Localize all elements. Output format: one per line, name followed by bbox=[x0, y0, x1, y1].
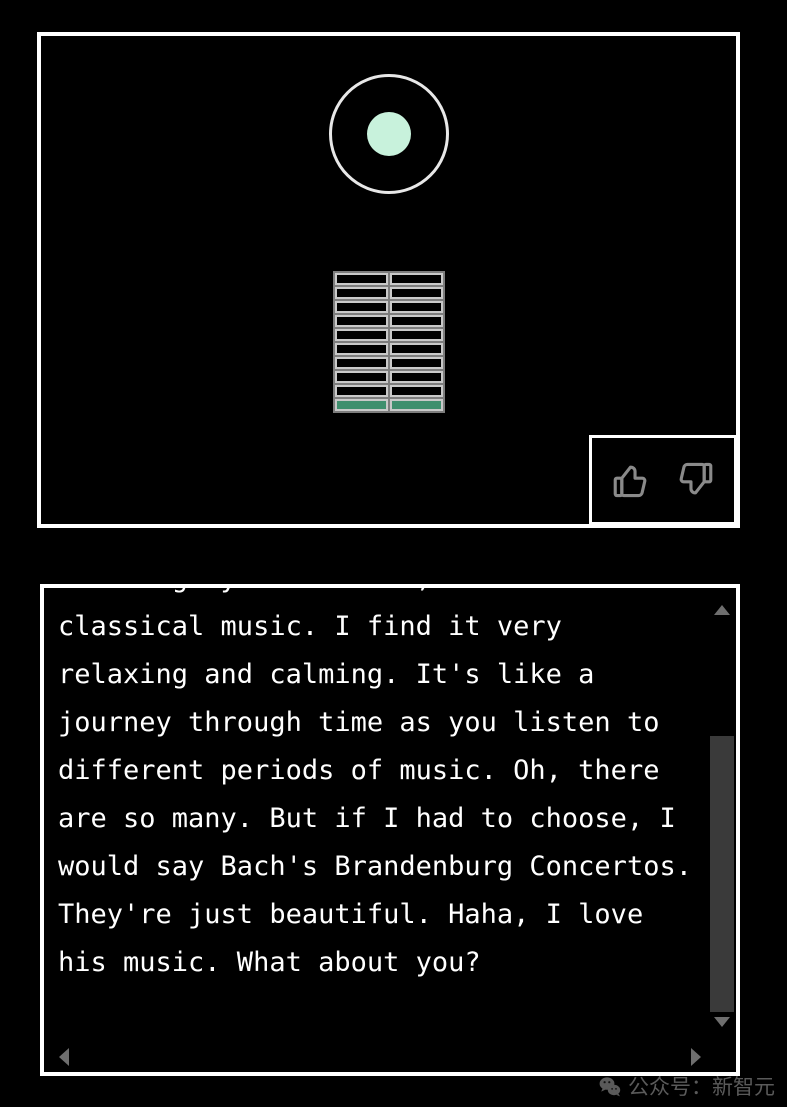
triangle-right-icon bbox=[691, 1048, 701, 1066]
meter-cell bbox=[334, 301, 388, 313]
vertical-scrollbar[interactable] bbox=[708, 588, 736, 1042]
meter-cell bbox=[389, 301, 443, 313]
meter-cell bbox=[334, 399, 388, 411]
meter-cell bbox=[334, 357, 388, 369]
watermark-text: 公众号：新智元 bbox=[628, 1074, 775, 1099]
meter-cell bbox=[334, 371, 388, 383]
voice-assistant-avatar-panel bbox=[37, 32, 740, 528]
level-meter-icon bbox=[332, 271, 445, 413]
meter-cell bbox=[334, 329, 388, 341]
triangle-left-icon bbox=[59, 1048, 69, 1066]
meter-cell bbox=[334, 385, 388, 397]
meter-cell bbox=[389, 399, 443, 411]
meter-cell bbox=[389, 329, 443, 341]
scroll-left-button[interactable] bbox=[50, 1042, 78, 1072]
meter-cell bbox=[334, 315, 388, 327]
meter-row bbox=[334, 287, 443, 299]
meter-cell bbox=[334, 343, 388, 355]
scroll-right-button[interactable] bbox=[682, 1042, 710, 1072]
meter-row bbox=[334, 343, 443, 355]
triangle-down-icon bbox=[714, 1017, 730, 1027]
meter-cell bbox=[334, 273, 388, 285]
thumbs-down-icon bbox=[679, 462, 713, 495]
conversation-transcript-panel: soothing my soul. Well, I love classical… bbox=[40, 584, 740, 1076]
horizontal-scrollbar[interactable] bbox=[44, 1042, 736, 1072]
feedback-buttons-group bbox=[589, 435, 736, 524]
meter-row bbox=[334, 273, 443, 285]
triangle-up-icon bbox=[714, 605, 730, 615]
eye-indicator bbox=[328, 74, 449, 194]
scroll-up-button[interactable] bbox=[708, 596, 736, 624]
wechat-logo-icon bbox=[599, 1077, 621, 1097]
meter-cell bbox=[389, 315, 443, 327]
vertical-scrollbar-thumb[interactable] bbox=[710, 736, 734, 1012]
meter-row bbox=[334, 371, 443, 383]
meter-row bbox=[334, 399, 443, 411]
meter-cell bbox=[334, 287, 388, 299]
transcript-text: soothing my soul. Well, I love classical… bbox=[58, 588, 692, 978]
pupil-dot-icon bbox=[366, 112, 411, 156]
watermark: 公众号：新智元 bbox=[598, 1075, 775, 1099]
meter-cell bbox=[389, 357, 443, 369]
transcript-viewport[interactable]: soothing my soul. Well, I love classical… bbox=[44, 588, 708, 1042]
meter-cell bbox=[389, 343, 443, 355]
meter-row bbox=[334, 357, 443, 369]
meter-cell bbox=[389, 371, 443, 383]
thumbs-down-button[interactable] bbox=[672, 457, 718, 503]
meter-cell bbox=[389, 273, 443, 285]
thumbs-up-icon bbox=[613, 465, 647, 498]
meter-cell bbox=[389, 287, 443, 299]
thumbs-up-button[interactable] bbox=[608, 457, 654, 503]
meter-row bbox=[334, 315, 443, 327]
meter-cell bbox=[389, 385, 443, 397]
meter-row bbox=[334, 301, 443, 313]
meter-row bbox=[334, 385, 443, 397]
scroll-down-button[interactable] bbox=[708, 1008, 736, 1036]
meter-row bbox=[334, 329, 443, 341]
